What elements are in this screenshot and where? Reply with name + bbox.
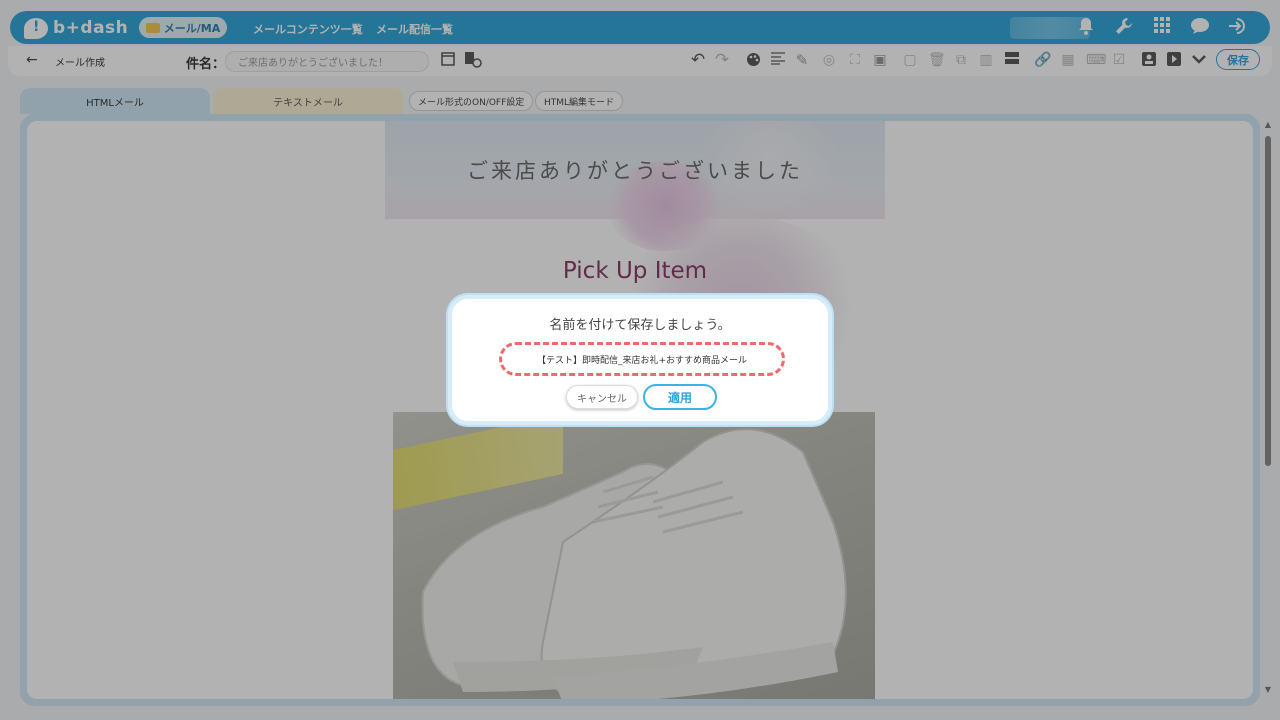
apply-button[interactable]: 適用 [643,384,717,410]
save-name-dialog: 名前を付けて保存しましょう。 キャンセル 適用 [448,295,832,425]
cancel-button[interactable]: キャンセル [566,385,638,409]
dialog-title: 名前を付けて保存しましょう。 [549,318,731,333]
save-name-input[interactable] [499,342,785,376]
